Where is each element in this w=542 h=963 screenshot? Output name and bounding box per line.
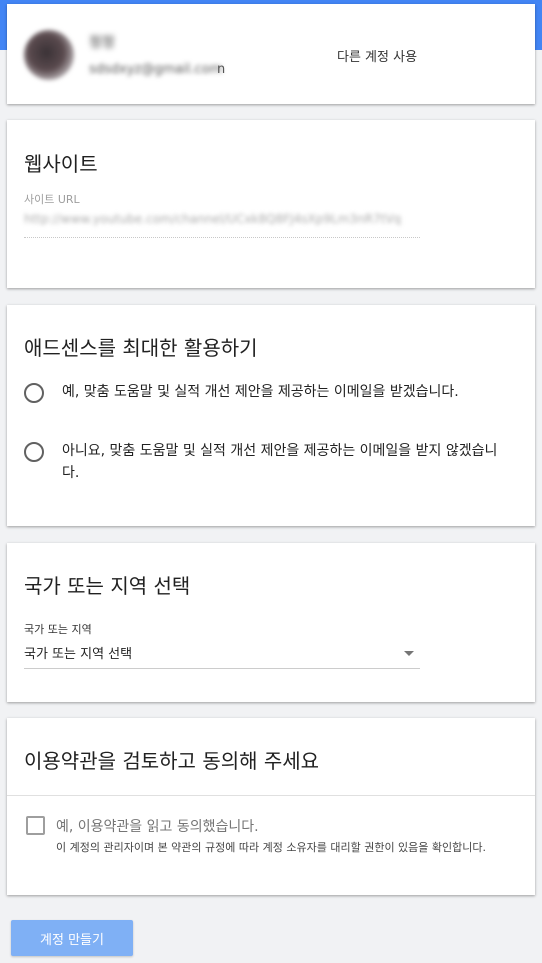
site-url-underline — [24, 237, 420, 238]
adsense-card: 애드센스를 최대한 활용하기 예, 맞춤 도움말 및 실적 개선 제안을 제공하… — [7, 305, 535, 526]
website-card: 웹사이트 사이트 URL http://www.youtube.com/chan… — [7, 120, 535, 288]
account-card: 정정 sdsdxyz@gmail.com n 다른 계정 사용 — [7, 4, 535, 104]
terms-checkbox-label[interactable]: 예, 이용약관을 읽고 동의했습니다. — [56, 816, 259, 836]
create-account-button[interactable]: 계정 만들기 — [11, 920, 133, 956]
terms-divider — [7, 795, 535, 796]
country-select[interactable]: 국가 또는 지역 선택 — [24, 638, 420, 669]
terms-checkbox[interactable] — [26, 816, 45, 835]
site-url-label: 사이트 URL — [24, 193, 80, 206]
terms-subtext: 이 계정의 관리자이며 본 약관의 규정에 따라 계정 소유자를 대리할 권한이… — [56, 841, 487, 854]
country-card: 국가 또는 지역 선택 국가 또는 지역 국가 또는 지역 선택 — [7, 543, 535, 702]
terms-title: 이용약관을 검토하고 동의해 주세요 — [24, 749, 320, 773]
account-name: 정정 — [89, 35, 115, 51]
country-field-label: 국가 또는 지역 — [24, 623, 92, 636]
country-title: 국가 또는 지역 선택 — [24, 574, 191, 598]
terms-card: 이용약관을 검토하고 동의해 주세요 예, 이용약관을 읽고 동의했습니다. 이… — [7, 718, 535, 895]
adsense-title: 애드센스를 최대한 활용하기 — [24, 336, 258, 360]
radio-button-no[interactable] — [24, 442, 44, 462]
account-email: sdsdxyz@gmail.com — [89, 62, 223, 77]
country-select-value: 국가 또는 지역 선택 — [24, 647, 133, 662]
site-url-input[interactable]: http://www.youtube.com/channel/UCxk8Q8FJ… — [24, 212, 420, 226]
avatar — [24, 30, 74, 80]
account-email-tail: n — [217, 62, 226, 77]
email-opt-out-label: 아니요, 맞춤 도움말 및 실적 개선 제안을 제공하는 이메일을 받지 않겠습… — [62, 443, 498, 481]
dropdown-arrow-icon — [404, 651, 414, 656]
radio-button-yes[interactable] — [24, 383, 44, 403]
website-title: 웹사이트 — [24, 152, 98, 176]
switch-account-link[interactable]: 다른 계정 사용 — [337, 46, 417, 65]
email-opt-in-label: 예, 맞춤 도움말 및 실적 개선 제안을 제공하는 이메일을 받겠습니다. — [62, 384, 459, 400]
